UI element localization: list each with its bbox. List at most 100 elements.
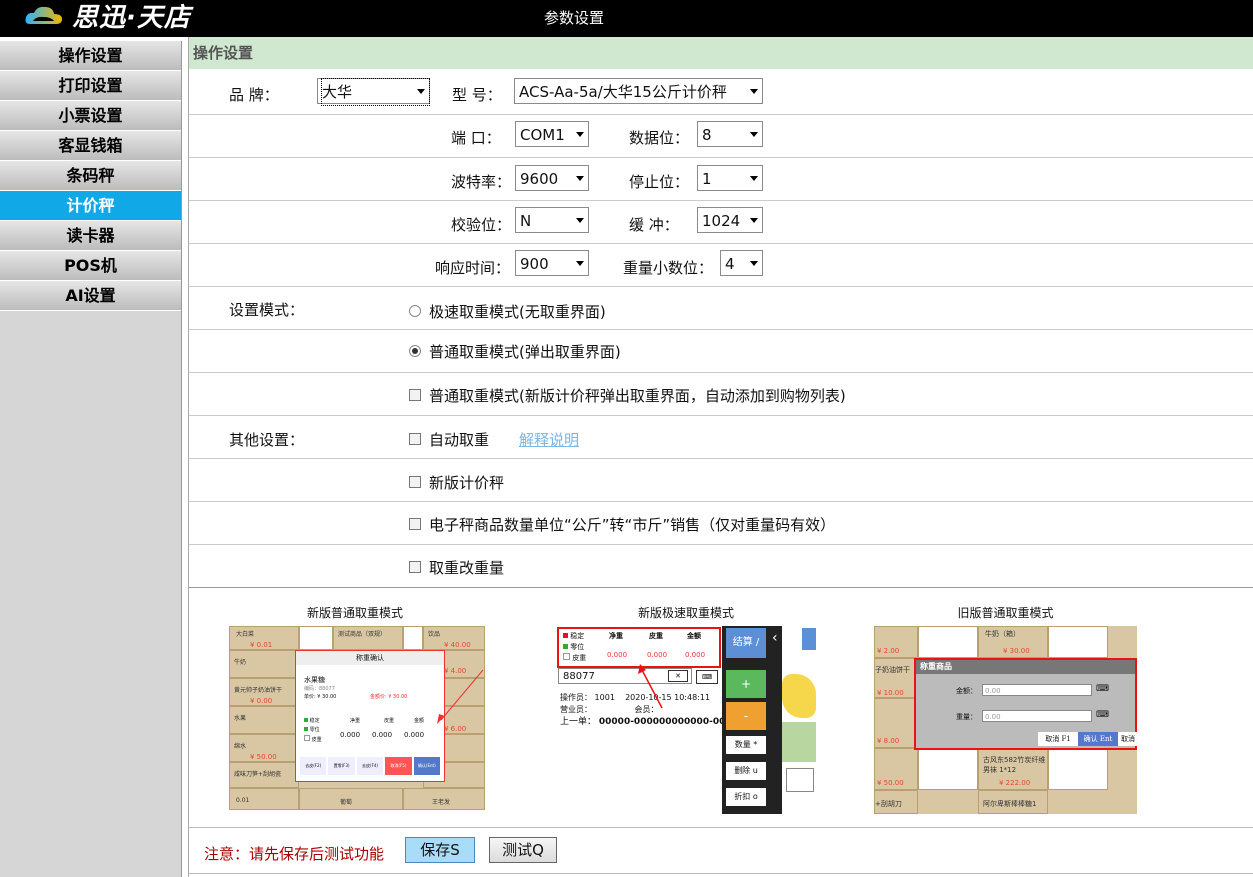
normal-mode-label[interactable]: 普通取重模式(弹出取重界面) xyxy=(429,341,621,362)
product-tile: 阿尔卑斯棒棒糖1 xyxy=(978,790,1048,814)
dialog-status-legend: 稳定 零位 皮重 xyxy=(304,717,322,745)
buffer-select[interactable]: 1024 xyxy=(697,207,763,233)
tile-price: ¥ 0.00 xyxy=(250,697,273,705)
image-placeholder xyxy=(1048,748,1108,790)
weigh-goods-dialog: 称重商品 金额： 0.00 ⌨ 重量： 0.00 ⌨ 取消 F1 确认 Ent … xyxy=(914,658,1137,750)
brand-model-row: 品 牌： 大华 型 号： ACS-Aa-5a/大华15公斤计价秤 xyxy=(189,71,1253,115)
brand-label: 品 牌： xyxy=(229,86,279,104)
model-label: 型 号： xyxy=(452,86,502,104)
product-tile: 测试商品（双规） xyxy=(333,626,403,650)
response-select[interactable]: 900 xyxy=(515,250,589,276)
weigh-change-checkbox[interactable] xyxy=(409,561,421,573)
sidebar-item[interactable]: 操作设置 xyxy=(0,41,181,71)
product-tile: ¥ 2.00 xyxy=(874,626,918,658)
sidebar-item[interactable]: 条码秤 xyxy=(0,161,181,191)
sidebar-item[interactable]: 客显钱箱 xyxy=(0,131,181,161)
sidebar-item[interactable]: 计价秤 xyxy=(0,191,181,221)
title-bar: 思迅·天店 参数设置 xyxy=(0,0,1253,37)
baud-label: 波特率： xyxy=(451,173,512,191)
fast-mode-radio[interactable] xyxy=(409,305,421,317)
test-button[interactable]: 测试Q xyxy=(489,837,557,863)
new-scale-checkbox[interactable] xyxy=(409,476,421,488)
prev-value: 00000-000000000000-0000 xyxy=(598,717,738,727)
tile-label: 水果 xyxy=(234,715,247,722)
stopbits-label: 停止位： xyxy=(629,173,690,191)
value-cell: 0.000 xyxy=(372,731,393,739)
brand-select-value: 大华 xyxy=(321,78,430,106)
sidebar-item[interactable]: 读卡器 xyxy=(0,221,181,251)
model-select[interactable]: ACS-Aa-5a/大华15公斤计价秤 xyxy=(514,78,763,104)
preview-new-fast-mode: 稳定 零位 皮重 净重 皮重 金额 0.000 0.000 0.000 8807… xyxy=(556,626,816,814)
col-header: 皮重 xyxy=(384,718,395,724)
col-header: 皮重 xyxy=(649,632,663,640)
dialog-button-bar: 去皮(F2) 置零(F3) 去皮(F4) 取消(F5) 确认(Ent) xyxy=(300,757,441,775)
port-select[interactable]: COM1 xyxy=(515,121,589,147)
product-tile: 古风东582竹炭纤维男袜 1*12 ¥ 222.00 xyxy=(978,748,1048,790)
model-select-value: ACS-Aa-5a/大华15公斤计价秤 xyxy=(519,83,727,101)
other-row-1: 其他设置： 自动取重 解释说明 xyxy=(189,416,1253,459)
dialog-button: 取消(F5) xyxy=(385,757,412,775)
fast-mode-label[interactable]: 极速取重模式(无取重界面) xyxy=(429,301,606,322)
parity-select[interactable]: N xyxy=(515,207,589,233)
auto-weigh-label[interactable]: 自动取重 xyxy=(429,429,489,450)
new-scale-label[interactable]: 新版计价秤 xyxy=(429,472,504,493)
product-tile: 牛奶 xyxy=(229,650,299,678)
normal-mode-radio[interactable] xyxy=(409,345,421,357)
tile-price: ¥ 30.00 xyxy=(1003,647,1030,655)
databits-label: 数据位： xyxy=(629,129,690,147)
decimals-select[interactable]: 4 xyxy=(720,250,763,276)
new-normal-mode-checkbox[interactable] xyxy=(409,389,421,401)
image-placeholder xyxy=(918,748,978,790)
chevron-down-icon xyxy=(750,176,758,181)
unit-convert-checkbox[interactable] xyxy=(409,518,421,530)
image-placeholder xyxy=(918,626,978,658)
dialog-button: 置零(F3) xyxy=(328,757,355,775)
sidebar-item[interactable]: 打印设置 xyxy=(0,71,181,101)
chevron-down-icon xyxy=(576,132,584,137)
tile-label: 牛奶（箱） xyxy=(985,630,1020,638)
product-tab xyxy=(802,628,816,650)
weigh-confirm-dialog: 称重确认 水果糖 编码：88077 单价: ¥ 30.00 金额价: ¥ 30.… xyxy=(295,650,445,782)
legend: 稳定 零位 皮重 xyxy=(563,631,586,664)
chevron-down-icon xyxy=(576,176,584,181)
sidebar-item[interactable]: AI设置 xyxy=(0,281,181,311)
product-tile: 0.01 xyxy=(229,788,299,810)
arrow-annotation-icon xyxy=(638,664,663,709)
tile-price: ¥ 222.00 xyxy=(999,779,1031,787)
status-label: 零位 xyxy=(309,727,320,733)
databits-select[interactable]: 8 xyxy=(697,121,763,147)
keyboard-icon: ⌨ xyxy=(1096,684,1109,694)
new-normal-mode-label[interactable]: 普通取重模式(新版计价秤弹出取重界面，自动添加到购物列表) xyxy=(429,385,846,406)
product-tile: 葡萄 xyxy=(299,788,403,810)
image-placeholder xyxy=(299,626,333,650)
sidebar-item[interactable]: 小票设置 xyxy=(0,101,181,131)
sidebar-item[interactable]: POS机 xyxy=(0,251,181,281)
weigh-change-label[interactable]: 取重改重量 xyxy=(429,557,504,578)
tile-label: 阿尔卑斯棒棒糖1 xyxy=(983,800,1037,808)
stopbits-select[interactable]: 1 xyxy=(697,165,763,191)
explain-link[interactable]: 解释说明 xyxy=(519,429,579,450)
product-tile: 王老发 xyxy=(403,788,485,810)
col-header: 金额 xyxy=(414,718,425,724)
baud-select[interactable]: 9600 xyxy=(515,165,589,191)
unit-convert-label[interactable]: 电子秤商品数量单位“公斤”转“市斤”销售（仅对重量码有效） xyxy=(429,514,835,535)
tile-label: 测试商品（双规） xyxy=(338,631,387,638)
value-cell: 0.000 xyxy=(685,651,706,659)
arrow-annotation-icon xyxy=(437,669,484,724)
port-row: 端 口： COM1 数据位： 8 xyxy=(189,115,1253,158)
image-placeholder xyxy=(1048,626,1108,658)
brand-select[interactable]: 大华 xyxy=(317,78,430,106)
mode-row-1: 设置模式： 极速取重模式(无取重界面) xyxy=(189,287,1253,330)
dialog-button: 取消 xyxy=(1118,732,1137,746)
auto-weigh-checkbox[interactable] xyxy=(409,433,421,445)
value-cell: 0.000 xyxy=(647,651,668,659)
tile-label: 葡萄 xyxy=(340,799,353,806)
tile-label: 大白菜 xyxy=(236,631,255,638)
other-row-3: 电子秤商品数量单位“公斤”转“市斤”销售（仅对重量码有效） xyxy=(189,502,1253,545)
save-button[interactable]: 保存S xyxy=(405,837,475,863)
keypad-button: + xyxy=(726,670,766,698)
status-label: 稳定 xyxy=(309,718,320,724)
tile-price: ¥ 40.00 xyxy=(444,641,471,649)
legend-label: 稳定 xyxy=(570,632,585,640)
sales-label: 营业员： xyxy=(560,705,592,714)
